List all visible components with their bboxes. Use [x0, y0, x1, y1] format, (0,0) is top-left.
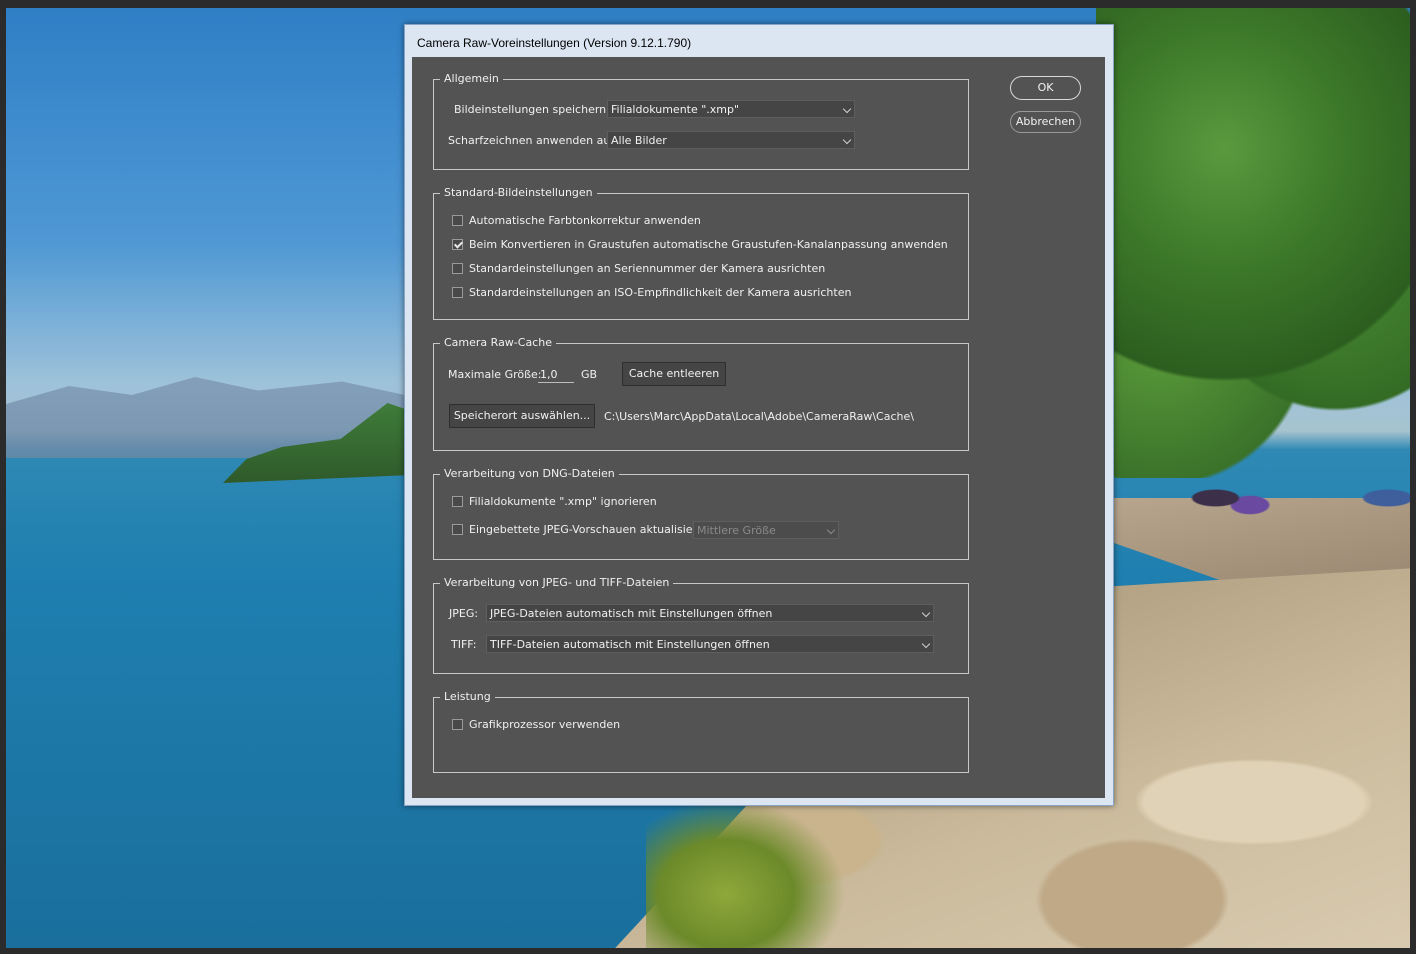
save-settings-label: Bildeinstellungen speichern in:	[454, 103, 624, 116]
auto-grayscale-label: Beim Konvertieren in Graustufen automati…	[469, 238, 948, 251]
chevron-down-icon	[842, 104, 852, 114]
cache-size-input[interactable]: 1,0	[538, 367, 574, 383]
chevron-down-icon	[921, 639, 931, 649]
auto-tone-checkbox[interactable]	[452, 215, 463, 226]
jpeg-handling-select[interactable]: JPEG-Dateien automatisch mit Einstellung…	[486, 604, 934, 622]
select-location-button[interactable]: Speicherort auswählen...	[449, 404, 595, 428]
group-jpeg-tiff: Verarbeitung von JPEG- und TIFF-Dateien …	[433, 576, 969, 674]
sharpen-value: Alle Bilder	[611, 134, 667, 147]
tiff-handling-select[interactable]: TIFF-Dateien automatisch mit Einstellung…	[486, 635, 934, 653]
ignore-xmp-checkbox[interactable]	[452, 496, 463, 507]
update-previews-checkbox[interactable]	[452, 524, 463, 535]
ok-button[interactable]: OK	[1010, 76, 1081, 100]
serial-number-label: Standardeinstellungen an Seriennummer de…	[469, 262, 826, 275]
group-jpeg-tiff-legend: Verarbeitung von JPEG- und TIFF-Dateien	[440, 576, 674, 589]
auto-grayscale-checkbox[interactable]	[452, 239, 463, 250]
trees	[1096, 8, 1410, 478]
cache-path: C:\Users\Marc\AppData\Local\Adobe\Camera…	[604, 410, 914, 423]
sharpen-label: Scharfzeichnen anwenden auf:	[448, 134, 618, 147]
dialog-body: Allgemein Bildeinstellungen speichern in…	[412, 57, 1105, 798]
group-cache-legend: Camera Raw-Cache	[440, 336, 556, 349]
mossy-rocks	[646, 798, 846, 948]
preview-size-select[interactable]: Mittlere Größe	[693, 521, 839, 539]
chevron-down-icon	[826, 525, 836, 535]
chevron-down-icon	[842, 135, 852, 145]
save-settings-value: Filialdokumente ".xmp"	[611, 103, 740, 116]
cache-size-value: 1,0	[540, 368, 558, 381]
group-general: Allgemein Bildeinstellungen speichern in…	[433, 72, 969, 170]
group-performance-legend: Leistung	[440, 690, 495, 703]
iso-checkbox[interactable]	[452, 287, 463, 298]
auto-tone-label: Automatische Farbtonkorrektur anwenden	[469, 214, 701, 227]
chevron-down-icon	[921, 608, 931, 618]
cache-size-unit: GB	[581, 368, 598, 381]
group-performance: Leistung Grafikprozessor verwenden	[433, 690, 969, 773]
jpeg-label: JPEG:	[449, 607, 479, 620]
jpeg-handling-value: JPEG-Dateien automatisch mit Einstellung…	[490, 607, 773, 620]
title-bar[interactable]: Camera Raw-Voreinstellungen (Version 9.1…	[405, 25, 1113, 57]
purge-cache-button[interactable]: Cache entleeren	[622, 362, 726, 386]
group-dng: Verarbeitung von DNG-Dateien Filialdokum…	[433, 467, 969, 560]
ignore-xmp-label: Filialdokumente ".xmp" ignorieren	[469, 495, 657, 508]
group-dng-legend: Verarbeitung von DNG-Dateien	[440, 467, 619, 480]
group-default-settings-legend: Standard-Bildeinstellungen	[440, 186, 597, 199]
update-previews-label: Eingebettete JPEG-Vorschauen aktualisier…	[469, 523, 715, 536]
dialog-title: Camera Raw-Voreinstellungen (Version 9.1…	[417, 36, 692, 50]
pedestrians	[1181, 428, 1410, 568]
serial-number-checkbox[interactable]	[452, 263, 463, 274]
gpu-checkbox[interactable]	[452, 719, 463, 730]
iso-label: Standardeinstellungen an ISO-Empfindlich…	[469, 286, 852, 299]
preferences-dialog: Camera Raw-Voreinstellungen (Version 9.1…	[404, 24, 1114, 806]
group-general-legend: Allgemein	[440, 72, 503, 85]
group-cache: Camera Raw-Cache Maximale Größe: 1,0 GB …	[433, 336, 969, 451]
tiff-handling-value: TIFF-Dateien automatisch mit Einstellung…	[490, 638, 770, 651]
gpu-label: Grafikprozessor verwenden	[469, 718, 621, 731]
save-settings-select[interactable]: Filialdokumente ".xmp"	[607, 100, 855, 118]
preview-size-value: Mittlere Größe	[697, 524, 776, 537]
sharpen-select[interactable]: Alle Bilder	[607, 131, 855, 149]
tiff-label: TIFF:	[451, 638, 477, 651]
cache-size-label: Maximale Größe:	[448, 368, 542, 381]
cancel-button[interactable]: Abbrechen	[1010, 111, 1081, 133]
group-default-settings: Standard-Bildeinstellungen Automatische …	[433, 186, 969, 320]
